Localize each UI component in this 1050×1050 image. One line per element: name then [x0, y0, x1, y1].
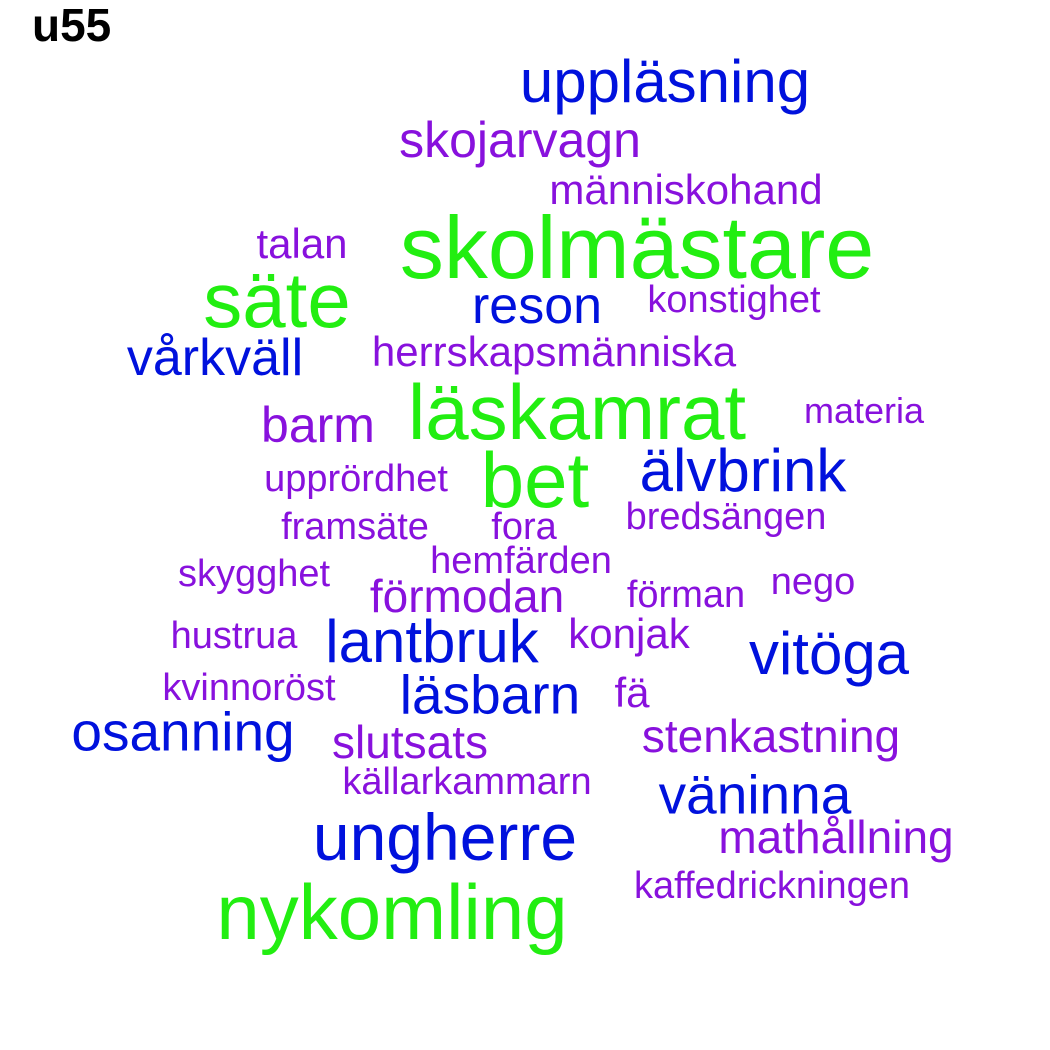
word-item: förman	[626, 574, 746, 616]
word-item: upprördhet	[264, 458, 448, 500]
word-item: vårkväll	[126, 329, 304, 387]
word-item: älvbrink	[639, 437, 847, 504]
word-item: osanning	[71, 700, 295, 763]
word-item: slutsats	[332, 716, 488, 768]
word-cloud: u55 uppläsning skojarvagn människohand tala…	[0, 0, 1050, 1050]
word-item: skygghet	[177, 553, 331, 595]
word-item: kaffedrickningen	[633, 865, 911, 907]
word-item: konstighet	[647, 279, 821, 321]
word-item: stenkastning	[641, 710, 901, 762]
word-item: herrskapsmänniska	[371, 328, 737, 375]
word-item: säte	[203, 256, 351, 344]
word-item: källarkammarn	[342, 761, 592, 803]
word-item: nykomling	[216, 868, 568, 956]
word-item: fä	[614, 669, 650, 716]
word-item: reson	[471, 277, 603, 335]
word-item: uppläsning	[519, 48, 811, 115]
word-item: läsbarn	[399, 663, 581, 726]
word-item: barm	[261, 397, 375, 453]
word-item: nego	[770, 561, 856, 603]
word-item: konjak	[568, 610, 690, 657]
word-item: skojarvagn	[399, 112, 641, 168]
word-item: ungherre	[312, 800, 578, 874]
word-item: mathållning	[718, 811, 954, 863]
word-item: bredsängen	[625, 496, 827, 538]
cloud-title: u55	[32, 0, 112, 51]
word-item: vitöga	[748, 620, 910, 687]
word-item: hustrua	[170, 615, 298, 657]
word-item: framsäte	[281, 506, 429, 548]
word-item: materia	[803, 390, 925, 431]
